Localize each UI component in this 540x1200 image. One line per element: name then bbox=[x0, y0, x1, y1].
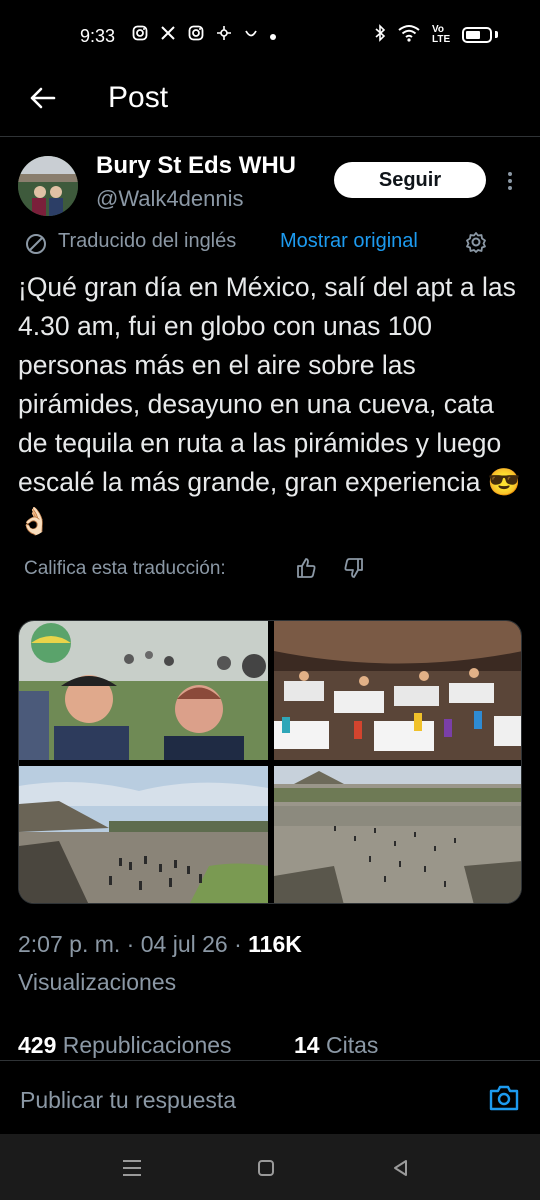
notification-icon bbox=[244, 26, 258, 44]
instagram-icon bbox=[132, 25, 148, 45]
thumbs-up-icon[interactable] bbox=[294, 556, 318, 580]
author-name[interactable]: Bury St Eds WHU bbox=[96, 152, 296, 180]
photo-pyramid-plaza[interactable] bbox=[19, 766, 268, 903]
reposts-stat[interactable]: 429 Republicaciones bbox=[18, 1032, 232, 1059]
instagram-icon bbox=[188, 25, 204, 45]
reply-bar bbox=[0, 1060, 540, 1135]
status-bar: 9:33 Vo LTE bbox=[0, 0, 540, 70]
dot-icon bbox=[270, 27, 276, 44]
translation-row: Traducido del inglés Mostrar original bbox=[24, 228, 524, 258]
system-navigation-bar bbox=[0, 1134, 540, 1200]
wifi-icon bbox=[398, 24, 420, 45]
post-time: 2:07 p. m. bbox=[18, 931, 121, 957]
post-text: ¡Qué gran día en México, salí del apt a … bbox=[18, 272, 524, 536]
top-navigation: Post bbox=[0, 70, 540, 137]
translate-icon bbox=[24, 232, 50, 256]
photo-selfie-balloons[interactable] bbox=[19, 621, 268, 760]
photo-cave-restaurant[interactable] bbox=[274, 621, 521, 760]
engagement-stats: 429 Republicaciones 14 Citas bbox=[0, 1026, 540, 1060]
post-date: 04 jul 26 bbox=[140, 931, 228, 957]
views-count[interactable]: 116K bbox=[248, 931, 302, 957]
status-notification-icons bbox=[132, 25, 276, 45]
status-system-icons: Vo LTE bbox=[374, 24, 498, 45]
more-vertical-icon bbox=[508, 172, 512, 190]
rate-translation-label: Califica esta traducción: bbox=[24, 558, 226, 579]
bluetooth-icon bbox=[374, 24, 386, 45]
author-row: Bury St Eds WHU @Walk4dennis Seguir bbox=[0, 150, 540, 220]
threads-icon bbox=[216, 25, 232, 45]
back-button[interactable] bbox=[26, 82, 60, 116]
show-original-link[interactable]: Mostrar original bbox=[280, 230, 418, 253]
views-label[interactable]: Visualizaciones bbox=[18, 969, 176, 995]
photo-avenue-aerial[interactable] bbox=[274, 766, 521, 903]
battery-icon bbox=[462, 26, 492, 43]
x-icon bbox=[160, 25, 176, 45]
gear-icon[interactable] bbox=[464, 230, 488, 254]
author-handle[interactable]: @Walk4dennis bbox=[96, 186, 243, 212]
media-grid bbox=[18, 620, 522, 904]
post-meta: 2:07 p. m. · 04 jul 26 · 116K Visualizac… bbox=[18, 931, 302, 995]
quotes-stat[interactable]: 14 Citas bbox=[294, 1032, 378, 1059]
home-icon[interactable] bbox=[257, 1159, 275, 1177]
camera-icon[interactable] bbox=[488, 1083, 520, 1113]
back-icon[interactable] bbox=[390, 1158, 410, 1178]
arrow-left-icon bbox=[30, 87, 56, 109]
thumbs-down-icon[interactable] bbox=[342, 556, 366, 580]
translated-from-label: Traducido del inglés bbox=[58, 230, 237, 252]
volte-icon: Vo LTE bbox=[432, 23, 451, 45]
avatar[interactable] bbox=[18, 156, 78, 216]
page-title: Post bbox=[108, 81, 169, 114]
recent-apps-icon[interactable] bbox=[120, 1158, 144, 1178]
reply-input[interactable] bbox=[18, 1083, 462, 1117]
follow-button[interactable]: Seguir bbox=[334, 162, 486, 198]
more-options-button[interactable] bbox=[500, 166, 520, 196]
status-time: 9:33 bbox=[80, 26, 116, 46]
